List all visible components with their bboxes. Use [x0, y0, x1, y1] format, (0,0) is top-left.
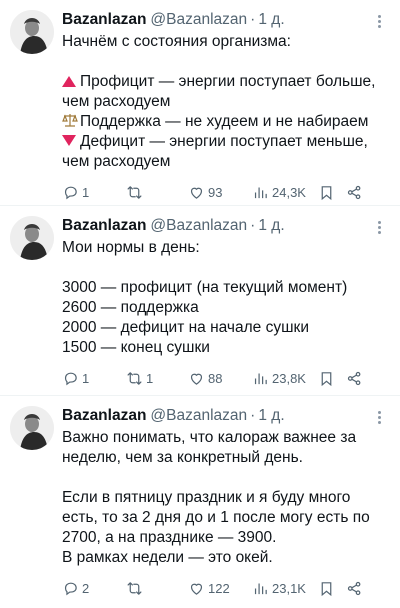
red-triangle-down-icon — [62, 135, 76, 146]
like-button[interactable]: 93 — [188, 184, 252, 201]
like-button[interactable]: 88 — [188, 370, 252, 387]
list-item: Дефицит — энергии поступает меньше, чем … — [62, 133, 373, 170]
share-icon — [347, 371, 361, 385]
author-name[interactable]: Bazanlazan — [62, 407, 146, 425]
view-count: 23,1K — [272, 580, 306, 596]
reply-icon — [64, 372, 77, 385]
share-icon — [347, 581, 361, 595]
bookmark-icon — [321, 581, 332, 596]
author-name[interactable]: Bazanlazan — [62, 11, 146, 29]
avatar[interactable] — [10, 10, 54, 54]
tweet-thread: Bazanlazan @Bazanlazan · 1 д. Начнём с с… — [0, 0, 400, 608]
share-button[interactable] — [346, 580, 366, 597]
separator: · — [250, 217, 256, 234]
heart-icon — [190, 583, 203, 595]
bookmark-icon — [321, 185, 332, 200]
reply-button[interactable]: 2 — [62, 580, 126, 597]
reply-count: 1 — [82, 370, 90, 386]
balance-scale-icon — [62, 114, 78, 127]
reply-icon — [64, 582, 77, 595]
reply-count: 2 — [82, 580, 90, 596]
tweet[interactable]: Bazanlazan @Bazanlazan · 1 д. Важно пони… — [0, 396, 400, 608]
retweet-icon — [127, 581, 142, 595]
reply-icon — [64, 186, 77, 199]
intro-line: Мои нормы в день: — [62, 239, 200, 256]
like-button[interactable]: 122 — [188, 580, 252, 597]
share-button[interactable] — [346, 184, 366, 201]
views-button[interactable]: 23,8K — [252, 370, 318, 387]
separator: · — [250, 407, 256, 424]
bar-chart-icon — [254, 583, 267, 594]
tweet[interactable]: Bazanlazan @Bazanlazan · 1 д. Начнём с с… — [0, 0, 400, 206]
author-name[interactable]: Bazanlazan — [62, 217, 146, 235]
bookmark-button[interactable] — [318, 184, 346, 201]
avatar[interactable] — [10, 406, 54, 450]
avatar-photo-icon — [10, 406, 54, 450]
tweet-text: Мои нормы в день: 3000 — профицит (на те… — [62, 238, 390, 358]
more-options-icon[interactable] — [370, 408, 388, 426]
views-button[interactable]: 23,1K — [252, 580, 318, 597]
heart-icon — [190, 187, 203, 199]
paragraph: Если в пятницу праздник и я буду много е… — [62, 489, 370, 566]
paragraph: Важно понимать, что калораж важнее за не… — [62, 429, 361, 466]
avatar[interactable] — [10, 216, 54, 260]
norm-line: 2600 — поддержка — [62, 299, 199, 316]
view-count: 24,3K — [272, 184, 306, 200]
tweet-text: Важно понимать, что калораж важнее за не… — [62, 428, 390, 568]
tweet-text: Начнём с состояния организма: Профицит —… — [62, 32, 390, 172]
reply-count: 1 — [82, 184, 90, 200]
bar-chart-icon — [254, 373, 267, 384]
timestamp[interactable]: 1 д. — [258, 407, 284, 425]
view-count: 23,8K — [272, 370, 306, 386]
intro-line: Начнём с состояния организма: — [62, 33, 291, 50]
tweet[interactable]: Bazanlazan @Bazanlazan · 1 д. Мои нормы … — [0, 206, 400, 396]
list-item: Поддержка — не худеем и не набираем — [80, 113, 369, 130]
bar-chart-icon — [254, 187, 267, 198]
norm-line: 3000 — профицит (на текущий момент) — [62, 279, 348, 296]
heart-icon — [190, 373, 203, 385]
retweet-count: 1 — [146, 370, 154, 386]
avatar-photo-icon — [10, 216, 54, 260]
like-count: 93 — [208, 184, 223, 200]
like-count: 122 — [208, 580, 230, 596]
views-button[interactable]: 24,3K — [252, 184, 318, 201]
list-item: Профицит — энергии поступает больше, чем… — [62, 73, 380, 110]
author-handle[interactable]: @Bazanlazan — [150, 11, 247, 29]
author-handle[interactable]: @Bazanlazan — [150, 217, 247, 235]
like-count: 88 — [208, 370, 223, 386]
retweet-icon — [127, 185, 142, 199]
bookmark-button[interactable] — [318, 580, 346, 597]
bookmark-icon — [321, 371, 332, 386]
retweet-button[interactable]: 1 — [126, 370, 188, 387]
action-bar: 2 122 23,1K — [62, 568, 390, 608]
author-handle[interactable]: @Bazanlazan — [150, 407, 247, 425]
red-triangle-up-icon — [62, 76, 76, 87]
reply-button[interactable]: 1 — [62, 184, 126, 201]
bookmark-button[interactable] — [318, 370, 346, 387]
share-icon — [347, 185, 361, 199]
retweet-button[interactable] — [126, 580, 188, 597]
retweet-button[interactable] — [126, 184, 188, 201]
norm-line: 2000 — дефицит на начале сушки — [62, 319, 309, 336]
share-button[interactable] — [346, 370, 366, 387]
timestamp[interactable]: 1 д. — [258, 217, 284, 235]
reply-button[interactable]: 1 — [62, 370, 126, 387]
action-bar: 1 1 88 23,8K — [62, 358, 390, 398]
retweet-icon — [127, 371, 142, 385]
timestamp[interactable]: 1 д. — [258, 11, 284, 29]
norm-line: 1500 — конец сушки — [62, 339, 210, 356]
separator: · — [250, 11, 256, 28]
avatar-photo-icon — [10, 10, 54, 54]
more-options-icon[interactable] — [370, 12, 388, 30]
more-options-icon[interactable] — [370, 218, 388, 236]
